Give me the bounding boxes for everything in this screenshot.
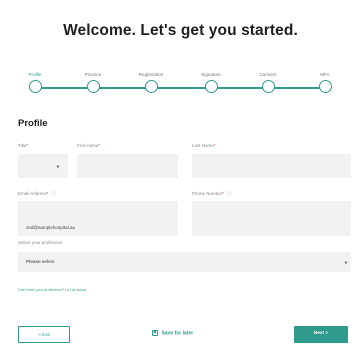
step-practice[interactable]: Practice (68, 72, 118, 93)
email-field[interactable] (18, 201, 178, 236)
profession-value: Please select (26, 260, 55, 265)
info-icon[interactable]: ⓘ (227, 191, 232, 196)
step-label: Connect (259, 72, 277, 77)
exit-button-label: < Exit (38, 332, 50, 337)
progress-stepper: Profile Practice Registration Signature … (27, 72, 335, 96)
last-name-label: Last Name* (192, 143, 216, 148)
first-name-field[interactable] (77, 154, 178, 178)
required-mark: * (222, 191, 225, 196)
step-dot (261, 80, 275, 93)
step-label: Registration (138, 72, 164, 77)
first-name-label-text: First name (77, 143, 99, 148)
chevron-down-icon: ▼ (56, 164, 60, 169)
email-value: zed@samplehospital.au (26, 225, 76, 230)
required-mark: * (46, 191, 49, 196)
required-mark: * (98, 143, 101, 148)
phone-label-text: Phone Number (192, 191, 223, 196)
step-label: MFA (320, 72, 330, 77)
step-dot (204, 80, 218, 93)
step-dot (144, 80, 158, 93)
step-dot (86, 80, 100, 93)
last-name-label-text: Last Name (192, 143, 214, 148)
title-label: Title* (18, 143, 28, 148)
step-label: Profile (28, 72, 42, 77)
last-name-field[interactable] (192, 154, 351, 178)
next-button-label: Next > (313, 331, 329, 336)
next-button[interactable]: Next > (294, 326, 348, 343)
step-dot (28, 80, 42, 93)
step-signature[interactable]: Signature (186, 72, 236, 93)
save-for-later-button[interactable]: Save for later (152, 330, 193, 337)
required-mark: * (26, 143, 29, 148)
step-profile[interactable]: Profile (10, 72, 60, 93)
info-icon[interactable]: ⓘ (52, 191, 57, 196)
step-registration[interactable]: Registration (126, 72, 176, 93)
profession-label: Select your profession (18, 240, 63, 245)
step-label: Practice (84, 72, 102, 77)
required-mark: * (213, 143, 216, 148)
save-label: Save for later (161, 330, 194, 337)
chevron-down-icon: ▼ (344, 260, 348, 265)
email-label-text: Email Address (18, 191, 47, 196)
step-dot (318, 80, 332, 93)
profession-help-link[interactable]: Can't find your profession? Let us know. (18, 287, 87, 292)
step-mfa[interactable]: MFA (300, 72, 350, 93)
section-title: Profile (18, 118, 48, 129)
step-connect[interactable]: Connect (243, 72, 293, 93)
phone-label: Phone Number* ⓘ (192, 191, 232, 197)
phone-field[interactable] (192, 201, 351, 236)
first-name-label: First name* (77, 143, 100, 148)
title-select[interactable]: ▼ (18, 154, 68, 178)
step-label: Signature (201, 72, 221, 77)
exit-button[interactable]: < Exit (18, 326, 70, 343)
save-icon (152, 330, 158, 336)
email-label: Email Address* ⓘ (18, 191, 56, 197)
profession-select[interactable]: ▼ (18, 252, 351, 272)
page-title: Welcome. Let's get you started. (63, 22, 298, 39)
